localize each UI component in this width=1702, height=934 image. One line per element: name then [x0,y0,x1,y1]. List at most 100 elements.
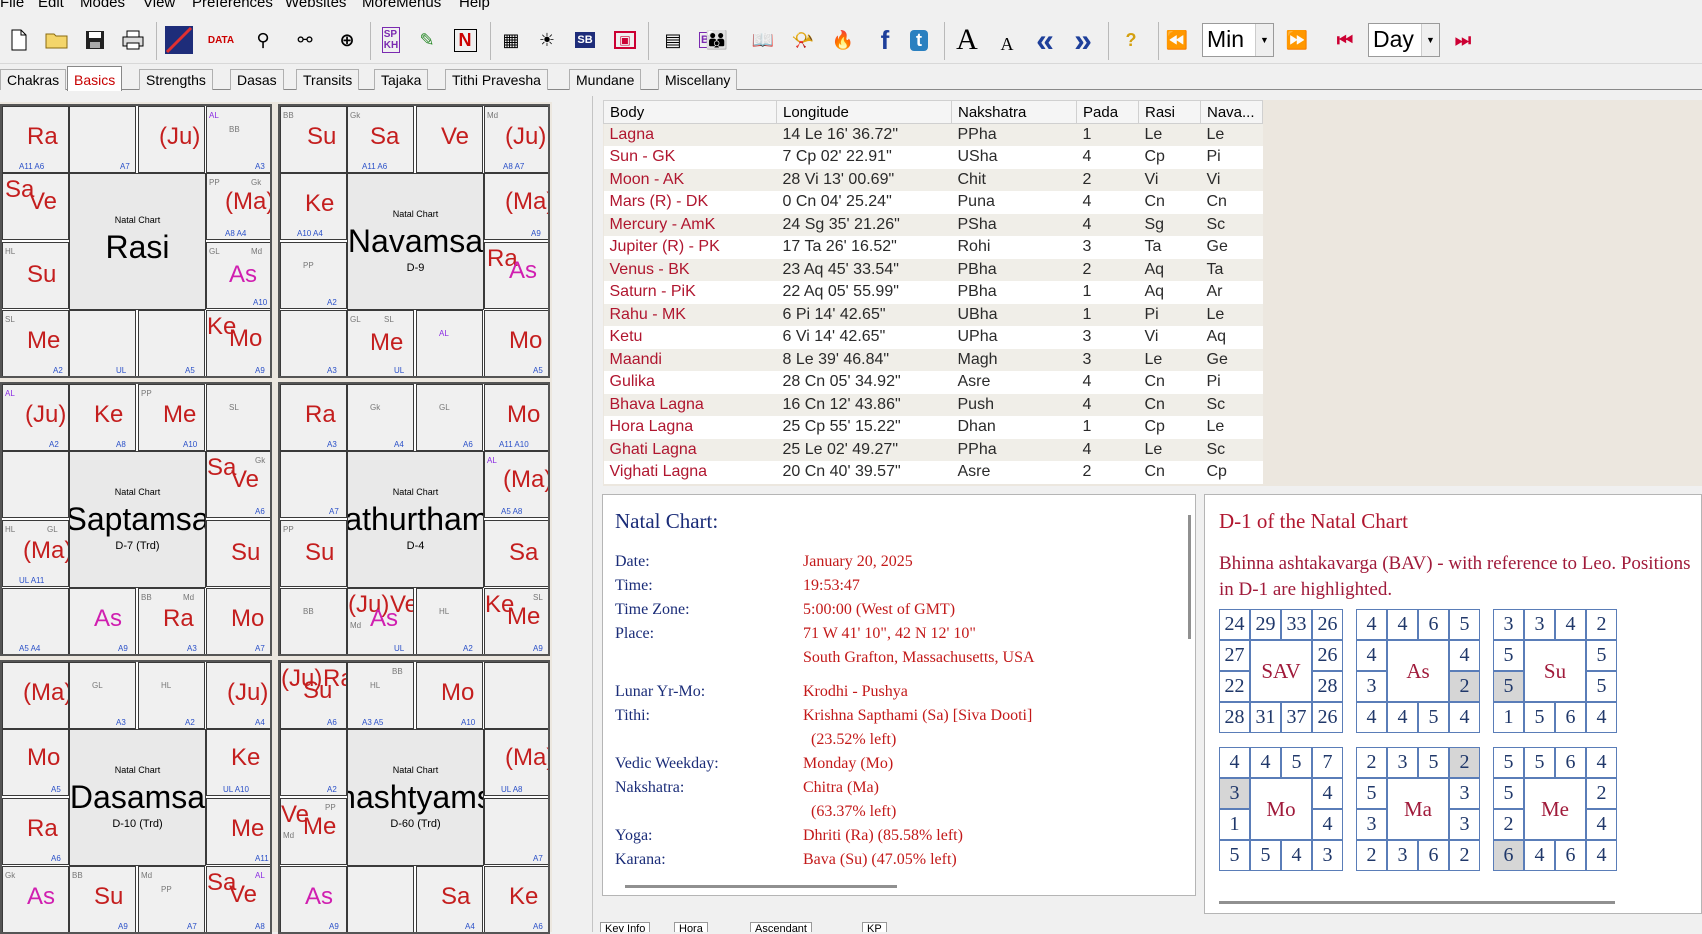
prev-icon[interactable]: « [1028,22,1062,58]
info-scrollbar-h[interactable] [625,885,897,888]
chart-saptamsa[interactable]: AL (Ju) A2 Ke A8 PP Me A10 SL Sa Ve Gk A6 HL GL (M… [0,382,272,656]
btab-kp[interactable]: KP [862,922,887,932]
info-scrollbar-v[interactable] [1188,515,1191,639]
table-row[interactable]: Mercury - AmK 24 Sg 35' 21.26" PSha 4 Sg Sc [603,213,1263,236]
bav-cell: 4 [1555,609,1586,640]
tab-transits[interactable]: Transits [296,69,360,90]
menu-modes[interactable]: Modes [80,0,125,11]
table-row[interactable]: Sun - GK 7 Cp 02' 22.91" USha 4 Cp Pi [603,146,1263,169]
info-value: Bava (Su) (47.05% left) [803,851,957,868]
tab-miscellany[interactable]: Miscellany [658,69,738,90]
bav-scrollbar-h[interactable] [1219,901,1615,904]
bav-cell: 6 [1555,702,1586,733]
bav-cell: 3 [1356,671,1387,702]
tab-strengths[interactable]: Strengths [139,69,213,90]
search-chart-icon[interactable]: ⚲ [246,24,280,56]
btab-key-info[interactable]: Key Info [600,922,651,932]
table-row[interactable]: Ketu 6 Vi 14' 42.65" UPha 3 Vi Aq [603,326,1263,349]
new-file-icon[interactable] [2,24,36,56]
table-row[interactable]: Bhava Lagna 16 Cn 12' 43.86" Push 4 Cn Sc [603,393,1263,416]
col-nakshatra[interactable]: Nakshatra [951,100,1077,124]
grid-icon[interactable]: ▦ [494,24,528,56]
table-row[interactable]: Gulika 28 Cn 05' 34.92" Asre 4 Cn Pi [603,371,1263,394]
book-icon[interactable]: 📖 [746,24,780,56]
people-icon[interactable]: 👪 [700,24,734,56]
menu-view[interactable]: View [143,0,175,11]
table-cell: 0 Cn 04' 25.24" [776,191,952,214]
tab-tajaka[interactable]: Tajaka [374,69,429,90]
btab-ascendant[interactable]: Ascendant [750,922,812,932]
twitter-icon[interactable]: t [902,24,936,56]
chart-dasamsa[interactable]: (Ma) GL A3 HL A2 (Ju) A4 Mo A5 Ke UL A10 Ra A6… [0,660,272,934]
tab-dasas[interactable]: Dasas [230,69,284,90]
step-back-icon[interactable]: ⏮ [1328,24,1362,56]
chart-navamsa[interactable]: BB Su Gk Sa A11 A6 Ve Md (Ju) A8 A7 Ke A10 A4 … [278,104,550,378]
open-folder-icon[interactable] [40,24,74,56]
table-row[interactable]: Rahu - MK 6 Pi 14' 42.65" UBha 1 Pi Le [603,303,1263,326]
tab-basics[interactable]: Basics [67,66,123,91]
menu-moremenus[interactable]: MoreMenus [362,0,441,11]
table-cell: Aq [1138,281,1201,304]
table-row[interactable]: Saturn - PiK 22 Aq 05' 55.99" PBha 1 Aq Ar [603,281,1263,304]
table-row[interactable]: Lagna 14 Le 16' 36.72" PPha 1 Le Le [603,123,1263,146]
table-row[interactable]: Mars (R) - DK 0 Cn 04' 25.24" Puna 4 Cn Cn [603,191,1263,214]
menu-help[interactable]: Help [459,0,490,11]
box-icon[interactable]: ▣ [608,24,642,56]
menu-edit[interactable]: Edit [38,0,64,11]
n-icon[interactable]: N [448,24,482,56]
table-row[interactable]: Maandi 8 Le 39' 46.84" Magh 3 Le Ge [603,348,1263,371]
interval-select[interactable]: Min ▼ [1202,23,1274,57]
menu-preferences[interactable]: Preferences [192,0,273,11]
pen-icon[interactable]: ✎ [410,24,444,56]
table-icon[interactable]: ▤ [656,24,690,56]
chart-shashtyamsa[interactable]: (Ju)RaSuA6 HLBBA3 A5 MoA10 A2 (Ma)UL A8 … [278,660,550,934]
table-row[interactable]: Ghati Lagna 25 Le 02' 49.27" PPha 4 Le Sc [603,438,1263,461]
save-icon[interactable] [78,24,112,56]
time-back-icon[interactable]: ⏪ [1160,24,1194,56]
info-row: Time: 19:53:47 [603,577,1193,599]
time-forward-icon[interactable]: ⏩ [1280,24,1314,56]
table-cell: Cp [1138,416,1201,439]
sp-kh-icon[interactable]: SP KH [374,24,408,56]
help-icon[interactable]: ? [1114,24,1148,56]
col-pada[interactable]: Pada [1076,100,1139,124]
bav-cell: 4 [1219,747,1250,778]
table-row[interactable]: Hora Lagna 25 Cp 55' 15.22" Dhan 1 Cp Le [603,416,1263,439]
bav-label: Mo [1250,778,1312,840]
tab-mundane[interactable]: Mundane [569,69,642,90]
chart-rasi[interactable]: Ra A11 A6 A7 (Ju) AL BB A3 Sa Ve PP Gk (Ma) A8 … [0,104,272,378]
unit-select[interactable]: Day ▼ [1368,23,1440,57]
table-row[interactable]: Jupiter (R) - PK 17 Ta 26' 16.52" Rohi 3 Ta G… [603,236,1263,259]
next-icon[interactable]: » [1066,22,1100,58]
data-icon[interactable]: DATA [204,24,238,56]
globe-icon[interactable]: ⊕ [330,24,364,56]
bav-cell: 3 [1387,840,1418,871]
table-cell: Dhan [951,416,1077,439]
fire-icon[interactable]: 🔥 [826,24,860,56]
sb-icon[interactable]: SB [568,24,602,56]
pane-splitter[interactable] [592,96,602,932]
step-forward-icon[interactable]: ⏭ [1446,24,1480,56]
info-key: Vedic Weekday: [615,755,719,772]
col-navamsa[interactable]: Nava... [1200,100,1263,124]
col-body[interactable]: Body [603,100,777,124]
col-rasi[interactable]: Rasi [1138,100,1201,124]
facebook-icon[interactable]: f [868,24,902,56]
tab-tithi-pravesha[interactable]: Tithi Pravesha [445,69,548,90]
chart-edit-icon[interactable] [162,24,196,56]
table-row[interactable]: Venus - BK 23 Aq 45' 33.54" PBha 2 Aq Ta [603,258,1263,281]
table-row[interactable]: Vighati Lagna 20 Cn 40' 39.57" Asre 2 Cn Cp [603,461,1263,484]
chart-chathurthamsa[interactable]: Ra A3 Gk A4 GL A6 Mo A11 A10 A7 AL (Ma) A5 A8 … [278,382,550,656]
compare-icon[interactable]: ⚯ [288,24,322,56]
sun-icon[interactable]: ☀ [530,24,564,56]
horn-icon[interactable]: 📯 [786,24,820,56]
col-longitude[interactable]: Longitude [776,100,952,124]
btab-hora[interactable]: Hora [674,922,708,932]
font-larger-icon[interactable]: A [950,23,984,56]
font-smaller-icon[interactable]: A [990,24,1024,56]
table-row[interactable]: Moon - AK 28 Vi 13' 00.69" Chit 2 Vi Vi [603,168,1263,191]
print-icon[interactable] [116,24,150,56]
menu-websites[interactable]: Websites [285,0,346,11]
menu-file[interactable]: File [0,0,24,11]
tab-chakras[interactable]: Chakras [0,69,67,90]
